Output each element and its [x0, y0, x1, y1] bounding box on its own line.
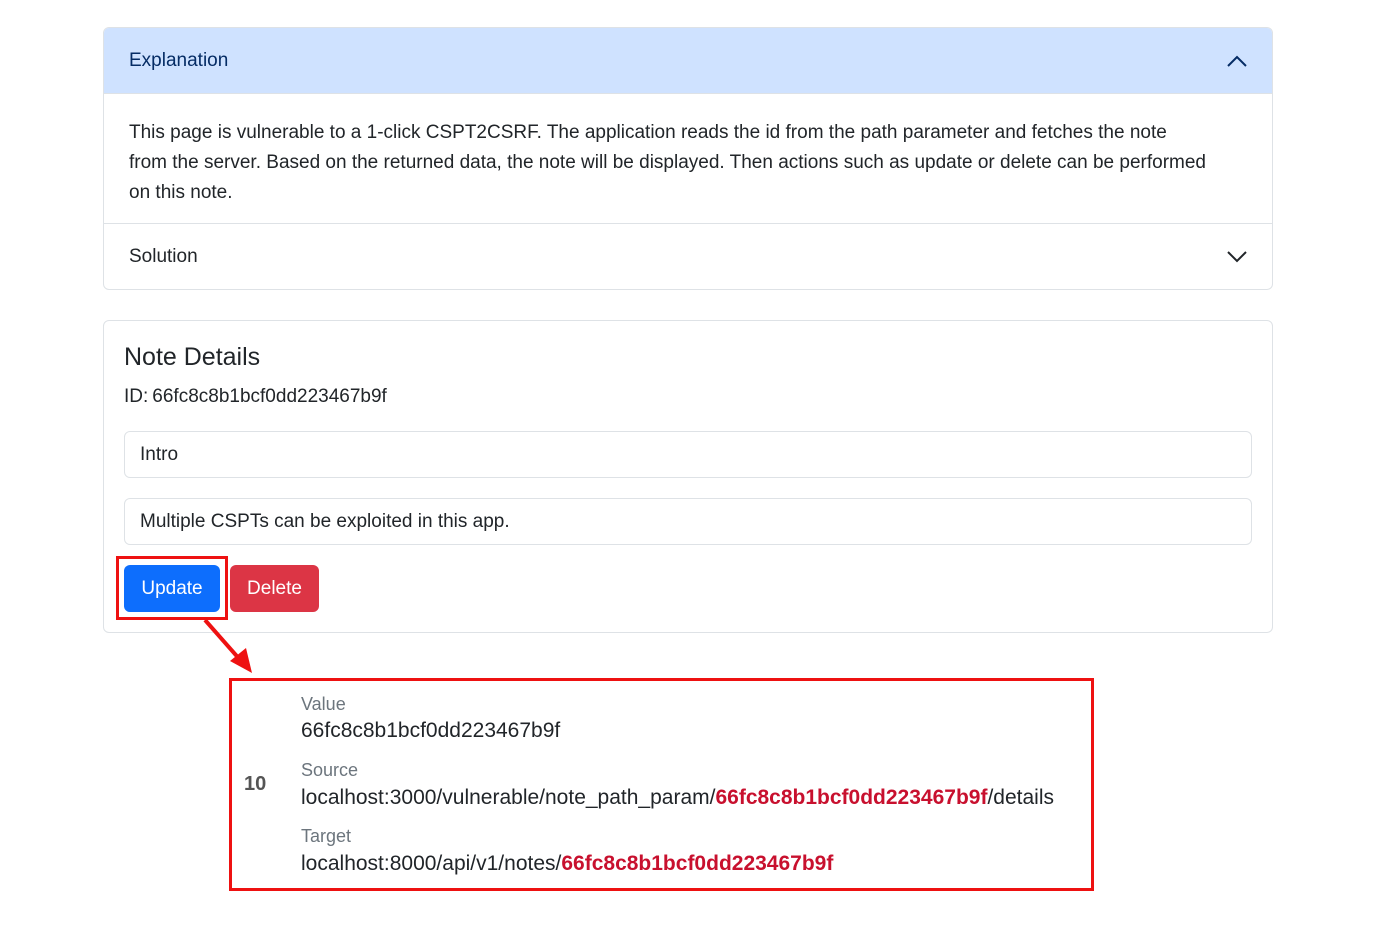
- finding-value: 66fc8c8b1bcf0dd223467b9f: [301, 719, 561, 742]
- accordion-title-explanation: Explanation: [129, 49, 229, 71]
- explanation-text: This page is vulnerable to a 1-click CSP…: [129, 122, 1206, 203]
- finding-target-highlight: 66fc8c8b1bcf0dd223467b9f: [561, 852, 834, 875]
- finding-source-label: Source: [301, 760, 359, 780]
- note-title-input[interactable]: [124, 431, 1252, 478]
- note-id-label: ID:: [124, 386, 149, 407]
- chevron-down-icon: [1227, 251, 1247, 263]
- accordion: Explanation This page is vulnerable to a…: [103, 27, 1273, 290]
- note-id-value: 66fc8c8b1bcf0dd223467b9f: [152, 386, 387, 407]
- accordion-header-solution[interactable]: Solution: [104, 224, 1272, 289]
- chevron-up-icon: [1227, 55, 1247, 67]
- finding-target-label: Target: [301, 826, 352, 846]
- delete-button[interactable]: Delete: [230, 565, 319, 612]
- finding-value-label: Value: [301, 694, 346, 714]
- update-highlight-box: [116, 556, 228, 620]
- note-id: ID: 66fc8c8b1bcf0dd223467b9f: [124, 386, 387, 408]
- accordion-header-explanation[interactable]: Explanation: [104, 28, 1272, 94]
- finding-source-suffix: /details: [987, 786, 1055, 809]
- note-details-card: Note Details ID: 66fc8c8b1bcf0dd223467b9f…: [103, 320, 1273, 633]
- arrow-icon: [203, 618, 252, 673]
- note-content-input[interactable]: [124, 498, 1252, 545]
- accordion-body-explanation: This page is vulnerable to a 1-click CSP…: [104, 94, 1272, 224]
- finding-row-number: 10: [244, 773, 267, 795]
- accordion-title-solution: Solution: [129, 246, 198, 267]
- finding-target-prefix: localhost:8000/api/v1/notes/: [301, 852, 562, 875]
- finding-target: localhost:8000/api/v1/notes/66fc8c8b1bcf…: [301, 852, 833, 876]
- page-title: Note Details: [124, 343, 261, 371]
- finding-source: localhost:3000/vulnerable/note_path_para…: [301, 786, 1054, 810]
- finding-source-prefix: localhost:3000/vulnerable/note_path_para…: [301, 786, 716, 809]
- finding-panel: 10 Value 66fc8c8b1bcf0dd223467b9f Source…: [229, 678, 1094, 891]
- finding-source-highlight: 66fc8c8b1bcf0dd223467b9f: [715, 786, 988, 809]
